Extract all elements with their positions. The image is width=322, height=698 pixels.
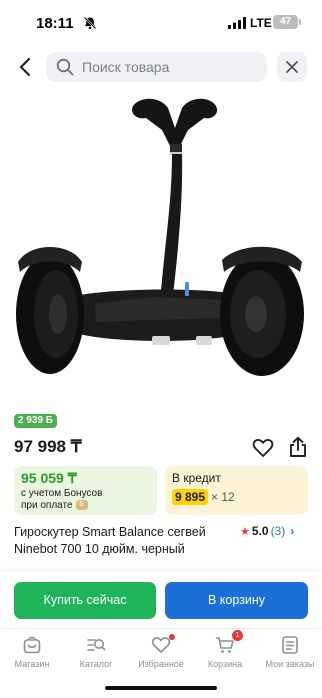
search-input[interactable]: Поиск товара <box>46 52 267 82</box>
star-icon: ★ <box>240 526 250 538</box>
nav-label: Избранное <box>138 659 184 669</box>
rating-value: 5.0 <box>251 524 269 538</box>
product-image[interactable] <box>0 92 322 402</box>
nav-item-orders[interactable]: Мои заказы <box>258 635 322 669</box>
signal-icon <box>228 17 246 29</box>
share-icon[interactable] <box>287 436 309 458</box>
battery-icon: 47 <box>273 15 301 29</box>
bonus-price-card[interactable]: 95 059 ₸ с учетом Бонусов при оплате Б <box>14 466 157 515</box>
notification-dot <box>169 634 175 640</box>
chevron-left-icon <box>19 57 31 77</box>
chevron-right-icon: › <box>290 524 295 538</box>
bonus-price: 95 059 ₸ <box>21 470 77 486</box>
nav-item-catalog[interactable]: Каталог <box>64 635 128 669</box>
rating-link[interactable]: ★ 5.0 (3) › <box>240 524 294 539</box>
catalog-search-icon <box>87 639 106 651</box>
bonus-badge: 2 939 Б <box>14 414 57 428</box>
credit-title: В кредит <box>172 471 221 485</box>
cart-badge: 1 <box>232 630 243 641</box>
nav-label: Каталог <box>79 659 113 669</box>
credit-multiplier: × 12 <box>211 490 235 504</box>
bonus-coin-icon: Б <box>75 500 88 511</box>
rating-count: (3) <box>270 524 286 538</box>
nav-item-cart[interactable]: 1 Корзина <box>193 630 257 669</box>
orders-icon <box>282 636 298 654</box>
nav-item-store[interactable]: Магазин <box>0 635 64 669</box>
credit-amount: 9 895 <box>172 489 209 505</box>
product-title: Гироскутер Smart Balance сегвей Ninebot … <box>14 525 206 556</box>
heart-icon[interactable] <box>252 437 274 459</box>
nav-label: Корзина <box>207 659 243 669</box>
search-placeholder: Поиск товара <box>82 59 170 75</box>
store-icon <box>23 636 41 654</box>
back-button[interactable] <box>14 54 36 80</box>
close-button[interactable] <box>277 52 307 82</box>
nav-label: Мои заказы <box>265 659 315 669</box>
credit-card[interactable]: В кредит 9 895 × 12 <box>165 466 308 515</box>
search-icon <box>56 58 74 76</box>
status-time: 18:11 <box>36 15 74 32</box>
nav-item-favorites[interactable]: Избранное <box>129 634 193 669</box>
network-label: LTE <box>250 16 272 30</box>
home-indicator <box>105 686 217 690</box>
product-price: 97 998 ₸ <box>14 437 82 456</box>
bonus-caption-line1: с учетом Бонусов <box>21 488 103 499</box>
buy-now-button[interactable]: Купить сейчас <box>14 582 156 619</box>
bell-off-icon <box>83 16 97 30</box>
heart-icon <box>151 637 171 653</box>
add-to-cart-button[interactable]: В корзину <box>165 582 308 619</box>
status-bar: 18:11 LTE 47 <box>0 0 322 46</box>
close-icon <box>286 61 298 73</box>
bonus-caption-line2: при оплате Б <box>21 500 88 511</box>
nav-label: Магазин <box>14 659 50 669</box>
